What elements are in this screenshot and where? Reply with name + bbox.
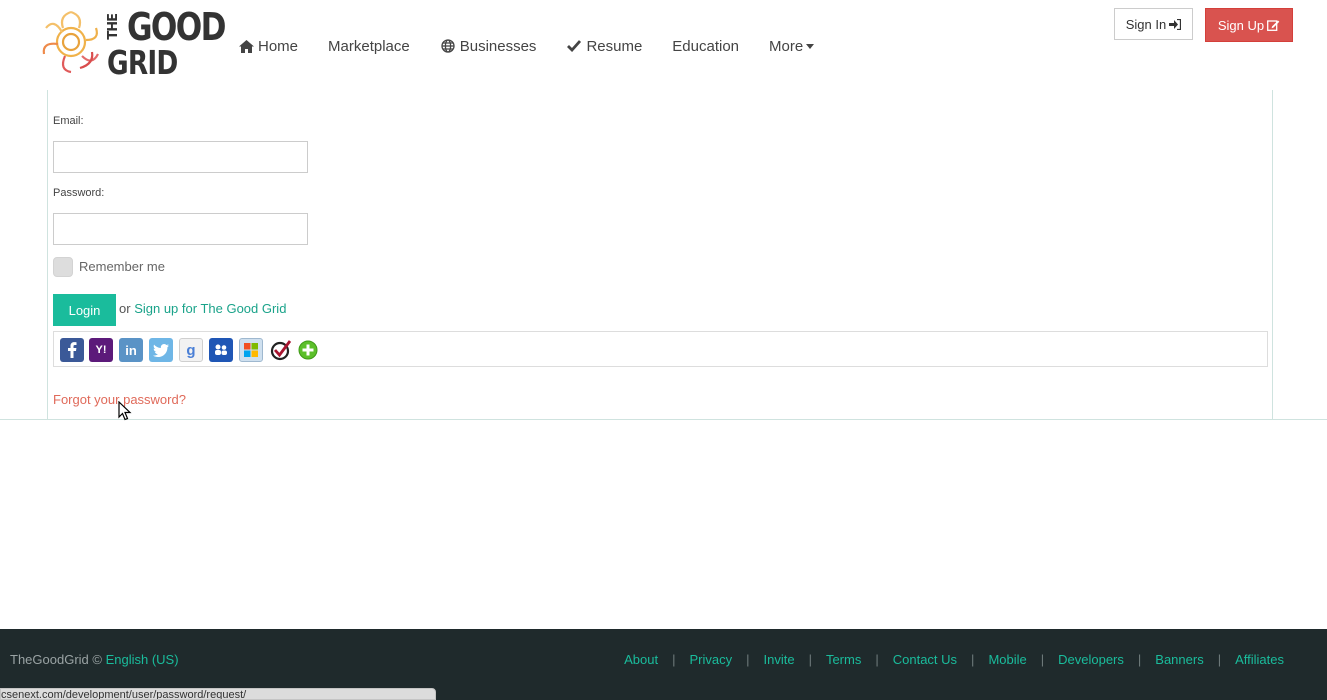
more-providers-icon[interactable] (296, 338, 320, 362)
nav-resume[interactable]: Resume (566, 36, 642, 56)
home-icon (238, 39, 254, 53)
footer-separator: | (672, 652, 676, 667)
sign-up-label: Sign Up (1217, 17, 1265, 33)
social-login-bar: Y! in g (53, 331, 1268, 367)
nav-home[interactable]: Home (238, 36, 298, 56)
nav-marketplace[interactable]: Marketplace (328, 36, 410, 56)
footer-link-terms[interactable]: Terms (826, 652, 861, 667)
language-selector[interactable]: English (US) (106, 652, 179, 667)
footer-link-about[interactable]: About (624, 652, 658, 667)
email-label: Email: (53, 115, 84, 127)
nav-marketplace-label: Marketplace (328, 37, 410, 55)
footer-brand: TheGoodGrid © English (US) (10, 652, 179, 667)
footer-link-developers[interactable]: Developers (1058, 652, 1124, 667)
footer-separator: | (1137, 652, 1142, 667)
flower-logo-icon (42, 10, 99, 74)
footer-separator: | (746, 652, 750, 667)
footer-separator: | (1217, 652, 1222, 667)
yahoo-glyph: Y! (95, 344, 107, 356)
sign-up-button[interactable]: Sign Up (1205, 8, 1293, 42)
content-divider (0, 419, 1327, 420)
browser-status-url: csenext.com/development/user/password/re… (0, 688, 436, 700)
login-panel (47, 90, 1273, 419)
sign-in-icon (1169, 18, 1182, 30)
sign-in-label: Sign In (1125, 16, 1167, 32)
sign-in-button[interactable]: Sign In (1114, 8, 1193, 40)
email-field[interactable] (53, 141, 308, 173)
google-icon[interactable]: g (179, 338, 203, 362)
footer-link-affiliates[interactable]: Affiliates (1235, 652, 1284, 667)
footer-separator: | (875, 652, 879, 667)
or-text: or (119, 301, 131, 316)
nav-more[interactable]: More (769, 36, 815, 56)
footer-link-privacy[interactable]: Privacy (689, 652, 732, 667)
nav-businesses-label: Businesses (459, 37, 537, 55)
login-button[interactable]: Login (53, 294, 116, 326)
signup-link[interactable]: Sign up for The Good Grid (134, 301, 286, 316)
caret-down-icon (806, 43, 815, 49)
windows-live-icon[interactable] (209, 338, 233, 362)
footer-link-banners[interactable]: Banners (1155, 652, 1203, 667)
password-field[interactable] (53, 213, 308, 245)
check-icon (566, 39, 582, 53)
nav-home-label: Home (258, 37, 299, 55)
signup-prompt: or Sign up for The Good Grid (119, 301, 286, 316)
facebook-icon[interactable] (60, 338, 84, 362)
linkedin-icon[interactable]: in (119, 338, 143, 362)
linkedin-glyph: in (125, 342, 137, 358)
nav-education[interactable]: Education (672, 36, 739, 56)
site-header: THE GOOD GRID Home Marketplace Businesse… (0, 0, 1327, 90)
mouse-cursor-icon (118, 401, 132, 421)
footer-separator: | (808, 652, 812, 667)
footer-link-invite[interactable]: Invite (763, 652, 794, 667)
verisign-icon[interactable] (269, 338, 293, 362)
logo-grid: GRID (107, 43, 178, 82)
footer-link-contact[interactable]: Contact Us (893, 652, 957, 667)
logo-good: GOOD (127, 5, 227, 49)
footer-links: About | Privacy | Invite | Terms | Contact U… (624, 652, 1284, 667)
twitter-icon[interactable] (149, 338, 173, 362)
yahoo-icon[interactable]: Y! (89, 338, 113, 362)
nav-education-label: Education (672, 37, 740, 55)
google-glyph: g (186, 341, 196, 359)
main-nav: Home Marketplace Businesses Resume Educa… (238, 36, 844, 56)
nav-more-label: More (769, 37, 804, 55)
footer-separator: | (1040, 652, 1045, 667)
password-label: Password: (53, 187, 105, 199)
nav-businesses[interactable]: Businesses (440, 36, 537, 56)
remember-me-checkbox[interactable] (53, 257, 73, 277)
edit-icon (1267, 20, 1280, 31)
remember-me-label: Remember me (79, 259, 165, 274)
footer-link-mobile[interactable]: Mobile (988, 652, 1026, 667)
logo-the: THE (106, 14, 121, 40)
footer-copyright: TheGoodGrid © (10, 652, 102, 667)
microsoft-icon[interactable] (239, 338, 263, 362)
globe-icon (440, 39, 456, 53)
nav-resume-label: Resume (586, 37, 643, 55)
footer-separator: | (971, 652, 975, 667)
site-logo[interactable]: THE GOOD GRID (36, 6, 227, 82)
